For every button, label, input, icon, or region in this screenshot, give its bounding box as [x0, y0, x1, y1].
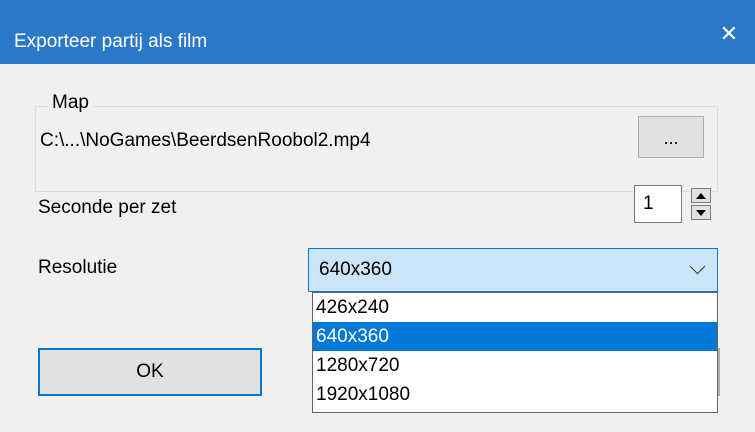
window-title: Exporteer partij als film [14, 31, 208, 52]
seconds-spinner [682, 185, 720, 223]
chevron-down-icon [689, 258, 706, 275]
resolution-option-426x240[interactable]: 426x240 [313, 293, 717, 322]
resolution-select[interactable]: 640x360 [308, 248, 718, 292]
browse-button[interactable]: ... [638, 116, 704, 158]
resolution-dropdown-list: 426x240 640x360 1280x720 1920x1080 [312, 292, 718, 413]
resolution-label: Resolutie [38, 257, 118, 278]
arrow-up-icon [696, 192, 706, 199]
seconds-per-move-input[interactable]: 1 [634, 185, 682, 223]
arrow-down-icon [696, 209, 706, 216]
resolution-option-1920x1080[interactable]: 1920x1080 [313, 380, 717, 409]
close-icon: ✕ [719, 21, 739, 46]
seconds-label: Seconde per zet [38, 197, 177, 218]
close-button[interactable]: ✕ [715, 20, 743, 48]
map-path-text: C:\...\NoGames\BeerdsenRoobol2.mp4 [40, 130, 371, 151]
resolution-selected-value: 640x360 [319, 259, 392, 280]
ok-button[interactable]: OK [38, 348, 262, 396]
resolution-option-640x360[interactable]: 640x360 [313, 322, 717, 351]
cancel-button-edge[interactable] [718, 348, 720, 396]
dialog-body: Map C:\...\NoGames\BeerdsenRoobol2.mp4 .… [0, 64, 755, 432]
resolution-option-1280x720[interactable]: 1280x720 [313, 351, 717, 380]
spin-up-button[interactable] [691, 188, 711, 203]
spin-down-button[interactable] [691, 205, 711, 220]
title-bar: Exporteer partij als film ✕ [0, 0, 755, 64]
map-group-label: Map [48, 92, 93, 114]
